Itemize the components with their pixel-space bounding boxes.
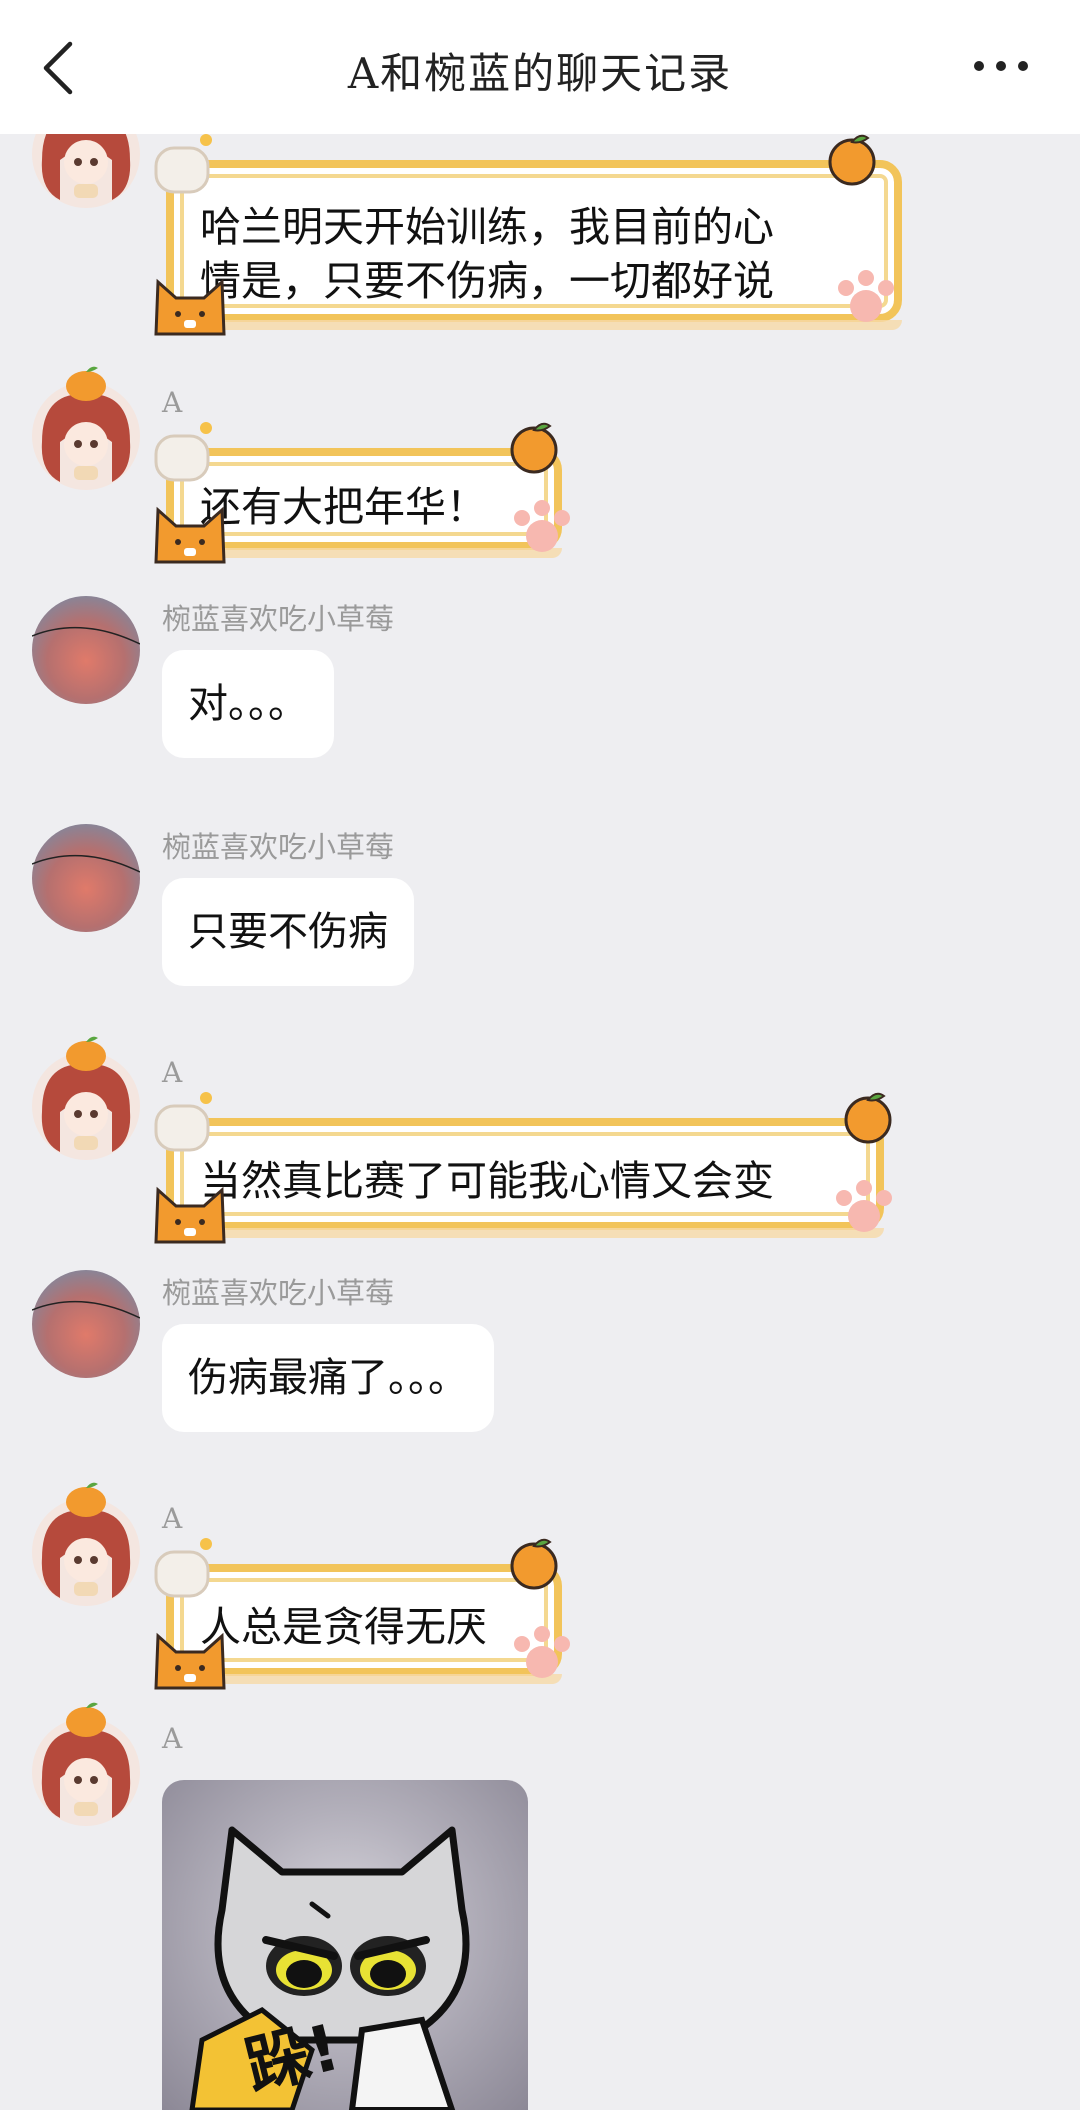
fox-icon — [154, 278, 226, 336]
chat-message: A 还有大把年华！ — [0, 364, 1080, 574]
orange-icon — [828, 134, 876, 186]
sender-name: A — [162, 1502, 183, 1535]
avatar-wanlan[interactable] — [32, 824, 140, 932]
orange-hat-icon — [66, 1036, 106, 1071]
page-title: A和椀蓝的聊天记录 — [347, 49, 733, 98]
orange-hat-icon — [66, 1482, 106, 1517]
bubble-corner-cat-icon — [154, 134, 212, 194]
orange-icon — [844, 1092, 892, 1144]
bubble-corner-cat-icon — [154, 422, 212, 482]
sender-name: 椀蓝喜欢吃小草莓 — [162, 602, 395, 636]
more-options-icon[interactable] — [972, 58, 1030, 74]
fox-icon — [154, 506, 226, 564]
message-bubble[interactable]: 伤病最痛了。。。 — [162, 1324, 494, 1432]
top-bar: A和椀蓝的聊天记录 — [0, 0, 1080, 134]
message-bubble[interactable]: 对。。。 — [162, 650, 334, 758]
message-text: 情是，只要不伤病，一切都好说 — [200, 257, 774, 305]
paw-print-icon — [514, 500, 570, 552]
paw-print-icon — [836, 1180, 892, 1232]
orange-icon — [510, 422, 558, 474]
fox-icon — [154, 1632, 226, 1690]
avatar-a[interactable] — [32, 1702, 140, 1826]
bubble-corner-cat-icon — [154, 1092, 212, 1152]
bubble-corner-cat-icon — [154, 1538, 212, 1598]
chat-message: 椀蓝喜欢吃小草莓 只要不伤病 — [0, 824, 1080, 1024]
chat-message: 椀蓝喜欢吃小草莓 伤病最痛了。。。 — [0, 1270, 1080, 1470]
sender-name: 椀蓝喜欢吃小草莓 — [162, 830, 395, 864]
orange-hat-icon — [66, 1702, 106, 1737]
avatar-a[interactable] — [32, 134, 140, 208]
paw-print-icon — [838, 270, 894, 322]
message-text: 人总是贪得无厌 — [200, 1603, 487, 1651]
avatar-a[interactable] — [32, 1482, 140, 1606]
chat-message: 椀蓝喜欢吃小草莓 对。。。 — [0, 596, 1080, 796]
message-text: 哈兰明天开始训练，我目前的心 — [200, 203, 774, 251]
chat-area[interactable]: A 哈兰明天开始训练，我目前的心 情是，只要不伤病，一切都好说 — [0, 134, 1080, 2110]
orange-hat-icon — [66, 366, 106, 401]
message-bubble[interactable]: 只要不伤病 — [162, 878, 414, 986]
sticker-image[interactable]: 跺! — [162, 1780, 528, 2110]
fox-icon — [154, 1186, 226, 1244]
chat-message: A 哈兰明天开始训练，我目前的心 情是，只要不伤病，一切都好说 — [0, 134, 1080, 340]
avatar-a[interactable] — [32, 366, 140, 490]
avatar-wanlan[interactable] — [32, 596, 140, 704]
decorated-bubble: 哈兰明天开始训练，我目前的心 情是，只要不伤病，一切都好说 — [148, 134, 920, 340]
sender-name: A — [162, 1722, 183, 1755]
paw-print-icon — [514, 1626, 570, 1678]
decorated-bubble: 人总是贪得无厌 — [148, 1534, 578, 1694]
chat-message: A 人总是贪得无厌 — [0, 1480, 1080, 1700]
message-text: 还有大把年华！ — [200, 483, 487, 531]
chat-message: A 跺! — [0, 1700, 1080, 2110]
angry-cat-sticker-icon: 跺! — [189, 1826, 470, 2110]
sender-name: 椀蓝喜欢吃小草莓 — [162, 1276, 395, 1310]
decorated-bubble: 当然真比赛了可能我心情又会变 — [148, 1088, 900, 1248]
chat-message: A 当然真比赛了可能我心情又会变 — [0, 1034, 1080, 1274]
avatar-a[interactable] — [32, 1036, 140, 1160]
message-text: 当然真比赛了可能我心情又会变 — [200, 1157, 774, 1205]
sender-name: A — [162, 1056, 183, 1089]
avatar-wanlan[interactable] — [32, 1270, 140, 1378]
decorated-bubble: 还有大把年华！ — [148, 418, 578, 568]
orange-icon — [510, 1538, 558, 1590]
sender-name: A — [162, 386, 183, 419]
